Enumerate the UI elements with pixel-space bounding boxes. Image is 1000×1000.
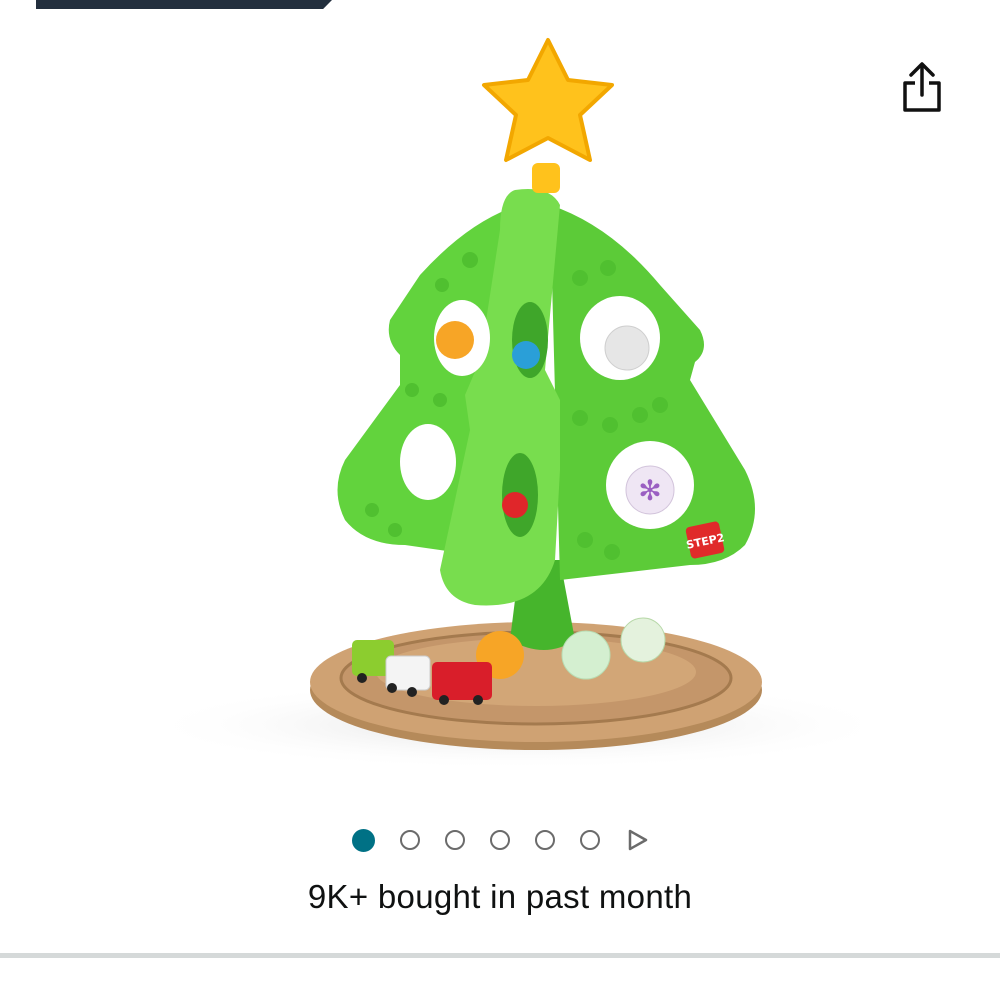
share-icon bbox=[903, 62, 941, 112]
carousel-dot-2[interactable] bbox=[399, 830, 420, 850]
carousel-dot-3[interactable] bbox=[444, 830, 465, 850]
carousel-dot-1[interactable] bbox=[351, 828, 375, 852]
play-triangle-icon bbox=[628, 829, 647, 851]
carousel-dots bbox=[0, 822, 1000, 858]
star-topper bbox=[482, 38, 614, 193]
carousel-next-button[interactable] bbox=[625, 828, 649, 852]
product-image[interactable]: ✻ STEP2 bbox=[140, 30, 860, 790]
section-divider bbox=[0, 953, 1000, 958]
carousel-dot-5[interactable] bbox=[534, 830, 555, 850]
top-banner bbox=[36, 0, 332, 9]
carousel-dot-4[interactable] bbox=[489, 830, 510, 850]
bought-count-label: 9K+ bought in past month bbox=[307, 878, 693, 915]
svg-text:✻: ✻ bbox=[638, 474, 661, 507]
share-button[interactable] bbox=[893, 56, 951, 118]
carousel-dot-6[interactable] bbox=[579, 830, 600, 850]
